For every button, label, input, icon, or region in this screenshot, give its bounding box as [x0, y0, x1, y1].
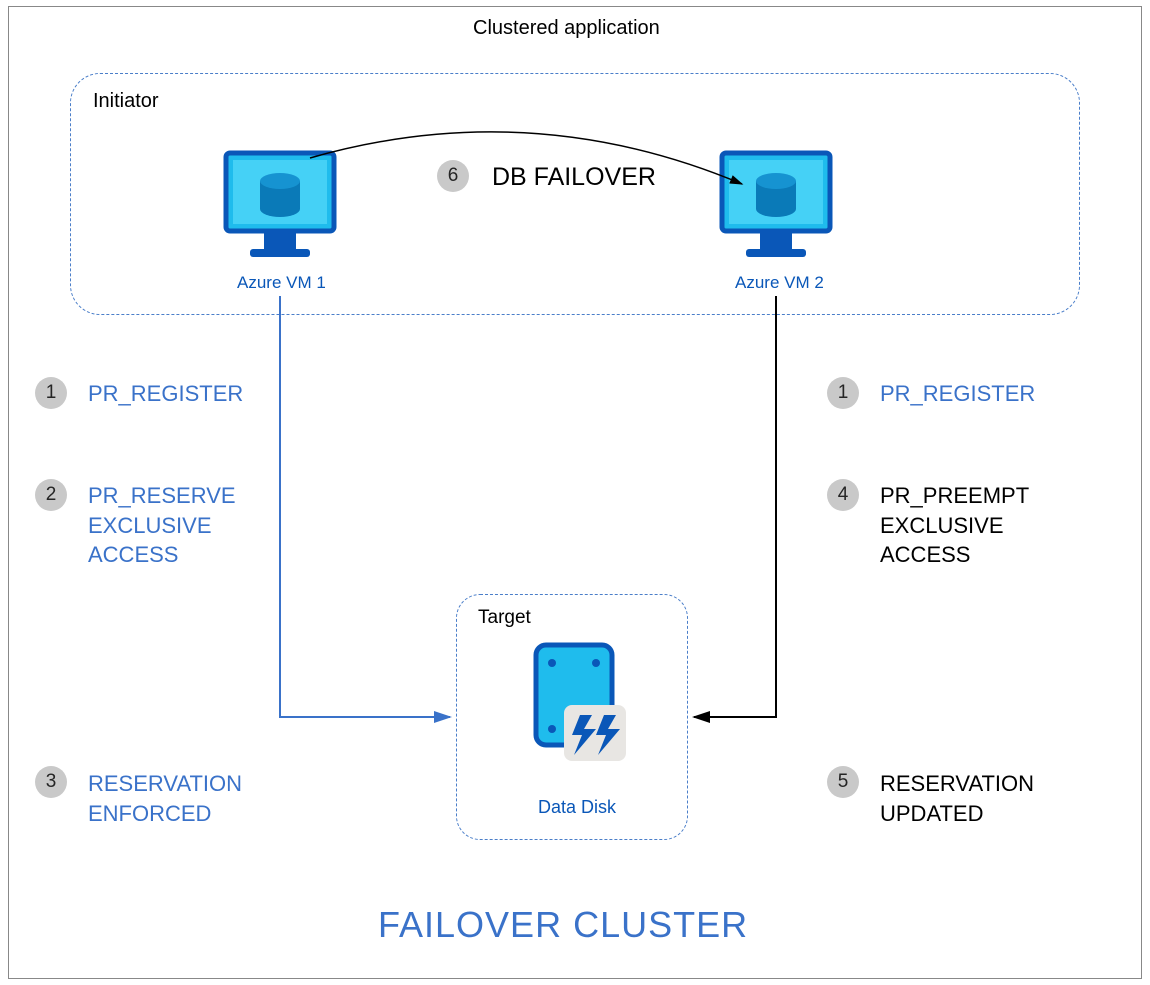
step5-num: 5 — [838, 771, 849, 793]
step3-num: 3 — [46, 771, 57, 793]
step5-text: RESERVATION UPDATED — [880, 769, 1034, 828]
step4-text: PR_PREEMPT EXCLUSIVE ACCESS — [880, 481, 1029, 570]
step1-right-badge: 1 — [827, 377, 859, 409]
step2-num: 2 — [46, 484, 57, 506]
step5-badge: 5 — [827, 766, 859, 798]
step1-right-text: PR_REGISTER — [880, 379, 1035, 409]
step1-left-text: PR_REGISTER — [88, 379, 243, 409]
step4-num: 4 — [838, 484, 849, 506]
step2-badge: 2 — [35, 479, 67, 511]
step1-left-badge: 1 — [35, 377, 67, 409]
step1-right-num: 1 — [838, 382, 849, 404]
step1-left-num: 1 — [46, 382, 57, 404]
data-disk-label: Data Disk — [538, 797, 616, 818]
data-disk-icon — [524, 641, 634, 786]
target-label: Target — [478, 607, 531, 629]
footer-title: FAILOVER CLUSTER — [378, 904, 748, 946]
step3-badge: 3 — [35, 766, 67, 798]
step3-text: RESERVATION ENFORCED — [88, 769, 242, 828]
step4-badge: 4 — [827, 479, 859, 511]
step2-text: PR_RESERVE EXCLUSIVE ACCESS — [88, 481, 236, 570]
